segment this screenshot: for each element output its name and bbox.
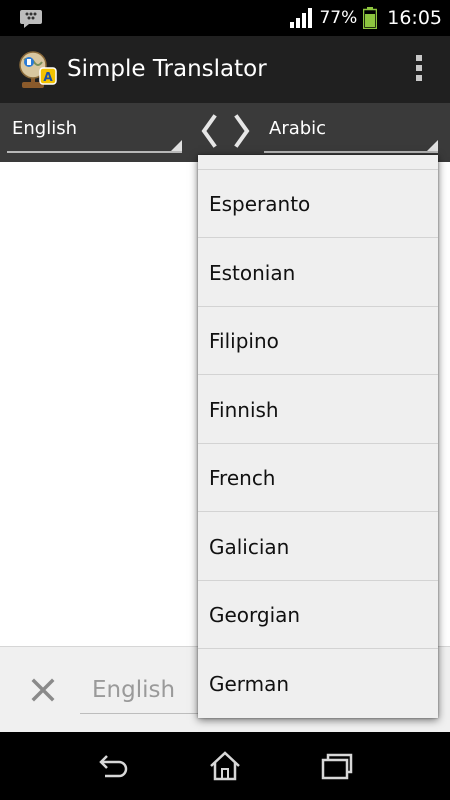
spinner-underline (7, 151, 182, 153)
target-language-spinner[interactable]: Arabic (264, 113, 438, 153)
status-bar: 77% 16:05 (0, 0, 450, 36)
chevron-right-icon[interactable] (231, 113, 253, 149)
dropdown-item-estonian[interactable]: Estonian (198, 239, 438, 307)
action-bar: A Simple Translator (0, 36, 450, 103)
language-dropdown[interactable]: Esperanto Estonian Filipino Finnish Fren… (198, 155, 438, 718)
dropdown-item-label: Georgian (209, 603, 301, 627)
dropdown-item-label: Esperanto (209, 192, 311, 216)
dropdown-item-filipino[interactable]: Filipino (198, 307, 438, 375)
dropdown-item-georgian[interactable]: Georgian (198, 581, 438, 649)
battery-percent: 77% (319, 8, 358, 28)
target-language-label: Arabic (269, 118, 327, 139)
source-language-spinner[interactable]: English (7, 113, 182, 153)
dropdown-item-label: Estonian (209, 261, 296, 285)
battery-icon (363, 7, 378, 29)
status-indicators: 77% 16:05 (289, 0, 442, 36)
home-icon[interactable] (207, 750, 243, 782)
translator-globe-icon[interactable]: A (16, 48, 58, 90)
source-language-label: English (12, 118, 77, 139)
dropdown-item-label: Galician (209, 535, 290, 559)
dropdown-item-label: Finnish (209, 398, 279, 422)
chevron-left-icon[interactable] (198, 113, 220, 149)
spinner-underline (264, 151, 438, 153)
recents-icon[interactable] (319, 750, 355, 782)
dropdown-item-label: German (209, 672, 290, 696)
dropdown-item[interactable] (198, 155, 438, 170)
clock: 16:05 (387, 7, 442, 29)
svg-text:A: A (43, 70, 53, 84)
dropdown-item-galician[interactable]: Galician (198, 513, 438, 581)
dropdown-item-label: French (209, 466, 276, 490)
dropdown-item-finnish[interactable]: Finnish (198, 376, 438, 444)
spinner-corner-icon (427, 140, 438, 151)
back-icon[interactable] (95, 750, 131, 782)
navigation-bar (0, 732, 450, 800)
dropdown-item-german[interactable]: German (198, 650, 438, 718)
signal-bars-icon (290, 8, 313, 28)
input-placeholder: English (92, 677, 176, 703)
app-title: Simple Translator (67, 56, 267, 82)
close-icon[interactable] (30, 677, 56, 703)
dropdown-item-esperanto[interactable]: Esperanto (198, 170, 438, 238)
screen: 77% 16:05 A Simple Translator English Ar… (0, 0, 450, 800)
dropdown-item-label: Filipino (209, 329, 279, 353)
dropdown-item-french[interactable]: French (198, 444, 438, 512)
spinner-corner-icon (171, 140, 182, 151)
bbm-icon (20, 10, 42, 28)
overflow-menu-icon[interactable] (412, 55, 426, 85)
